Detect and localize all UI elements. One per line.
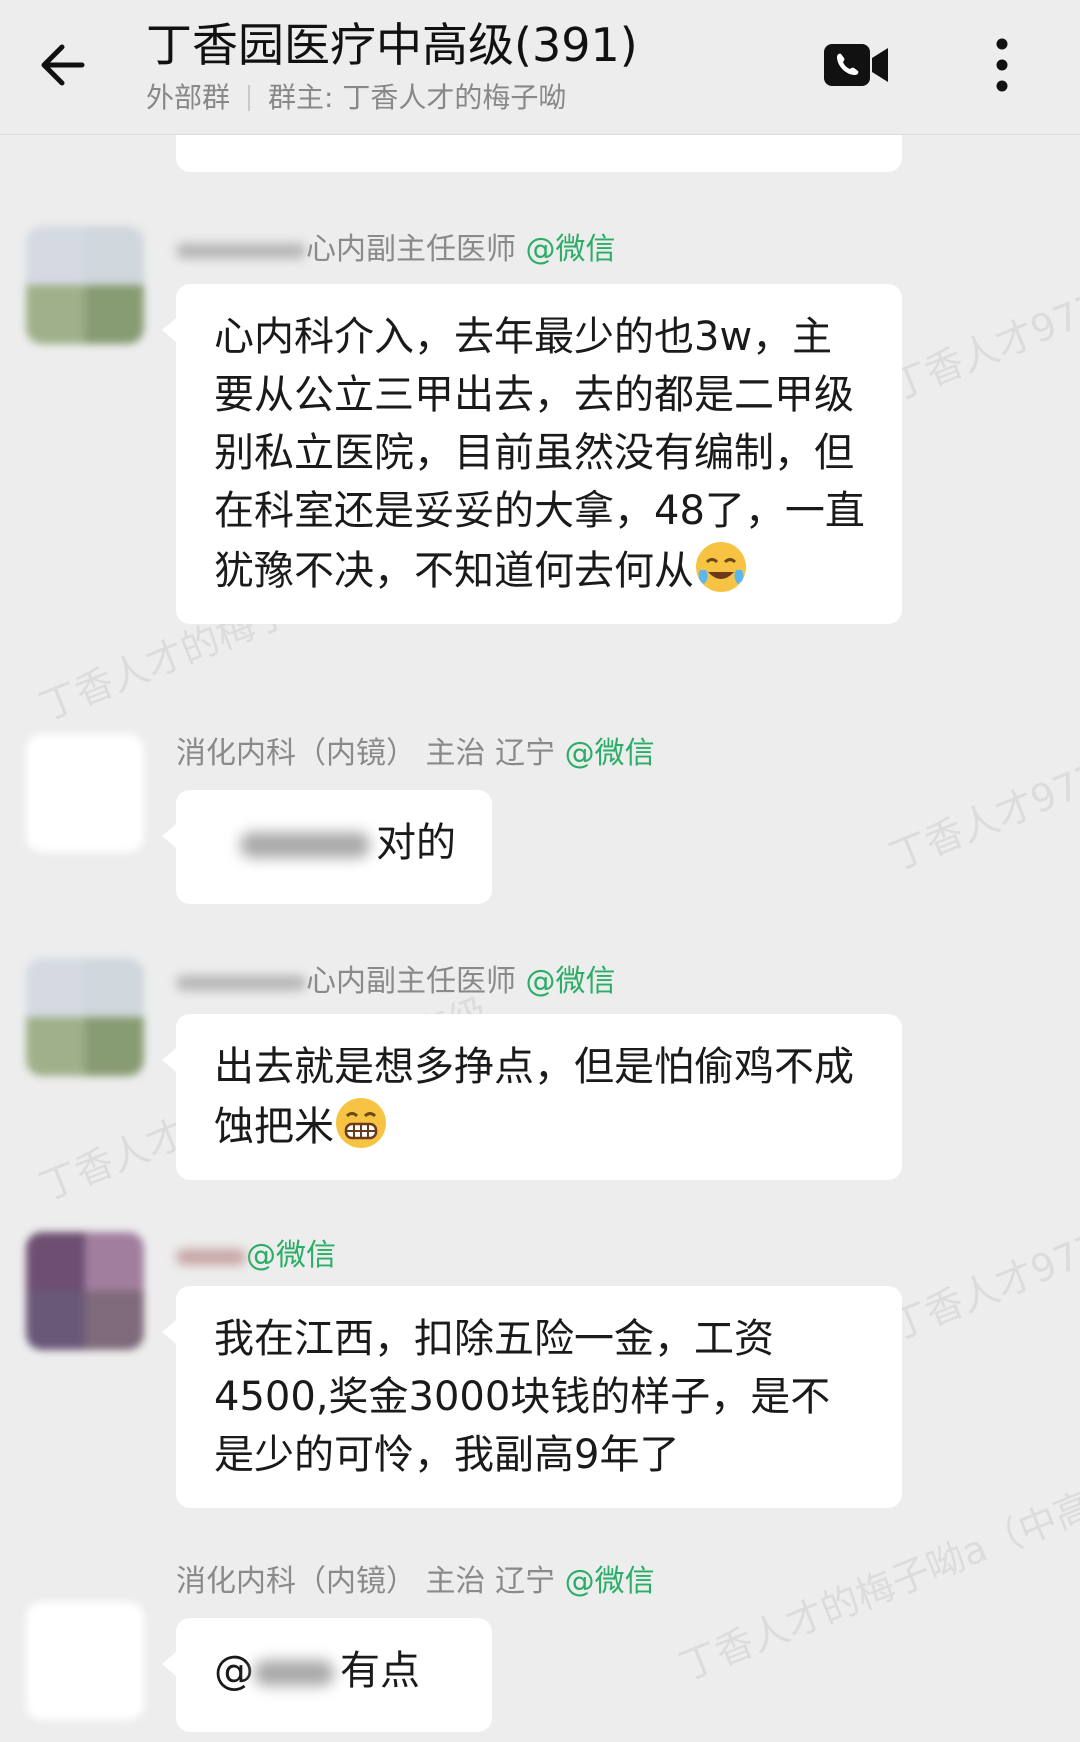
sender-name: 心内副主任医师 @微信 [176,230,616,270]
back-arrow-icon [41,44,85,86]
message-bubble[interactable]: 心内科介入，去年最少的也3w，主要从公立三甲出去，去的都是二甲级别私立医院，目前… [162,284,902,624]
message-text: 有点 [340,1648,420,1694]
message-text: 我在江西，扣除五险一金，工资4500,奖金3000块钱的样子，是不是少的可怜，我… [214,1316,831,1478]
message-text: 心内科介入，去年最少的也3w，主要从公立三甲出去，去的都是二甲级别私立医院，目前… [214,314,865,594]
sender-name: 消化内科（内镜） 主治 辽宁 @微信 [176,1564,655,1599]
mention-at: @ [214,1648,254,1694]
message-bubble[interactable]: @ 有点 [162,1618,492,1732]
redacted-name [176,974,306,991]
sender-name: @微信 [176,1236,336,1276]
chat-subtitle: 外部群 群主: 丁香人才的梅子呦 [146,78,846,118]
message-bubble[interactable]: 我在江西，扣除五险一金，工资4500,奖金3000块钱的样子，是不是少的可怜，我… [162,1286,902,1508]
more-options-button[interactable] [982,30,1022,100]
wechat-tag: @微信 [525,232,616,267]
sender-name: 消化内科（内镜） 主治 辽宁 @微信 [176,736,655,771]
wechat-tag: @微信 [246,1238,336,1273]
watermark: 丁香人才9770 [883,275,1080,410]
divider [248,85,251,111]
group-owner-label: 群主: 丁香人才的梅子呦 [268,81,567,114]
video-camera-icon [824,44,888,86]
group-type-label: 外部群 [146,81,231,114]
chat-screen: 丁香人才9770 丁香人才的梅子呦a（中高级 丁香人才9770 丁香人才的梅子呦… [0,0,1080,1742]
avatar[interactable] [26,226,144,344]
grinning-emoji-icon [336,1098,386,1148]
redacted-mention [254,1660,334,1686]
sender-name: 心内副主任医师 @微信 [176,962,616,1002]
crying-laughing-emoji-icon [696,542,746,592]
avatar[interactable] [26,1602,144,1720]
message-text: 出去就是想多挣点，但是怕偷鸡不成蚀把米 [214,1044,854,1150]
wechat-tag: @微信 [564,1564,655,1599]
avatar[interactable] [26,958,144,1076]
wechat-tag: @微信 [525,964,616,999]
more-vertical-icon [996,38,1008,92]
watermark: 丁香人才9770 [883,1215,1080,1350]
wechat-tag: @微信 [564,736,655,771]
video-call-button[interactable] [822,40,892,90]
watermark: 丁香人才9770 [883,745,1080,880]
message-bubble[interactable]: 出去就是想多挣点，但是怕偷鸡不成蚀把米 [162,1014,902,1180]
chat-title: 丁香园医疗中高级(391) [146,18,638,72]
chat-title-area[interactable]: 丁香园医疗中高级(391) 外部群 群主: 丁香人才的梅子呦 [146,14,846,118]
avatar[interactable] [26,734,144,852]
redacted-mention [240,832,370,858]
message-bubble[interactable]: 对的 [162,790,492,904]
redacted-name [176,1248,246,1265]
redacted-name [176,242,306,259]
avatar[interactable] [26,1232,144,1350]
back-button[interactable] [30,30,100,100]
message-text: 对的 [376,820,456,866]
chat-header: 丁香园医疗中高级(391) 外部群 群主: 丁香人才的梅子呦 [0,0,1080,135]
